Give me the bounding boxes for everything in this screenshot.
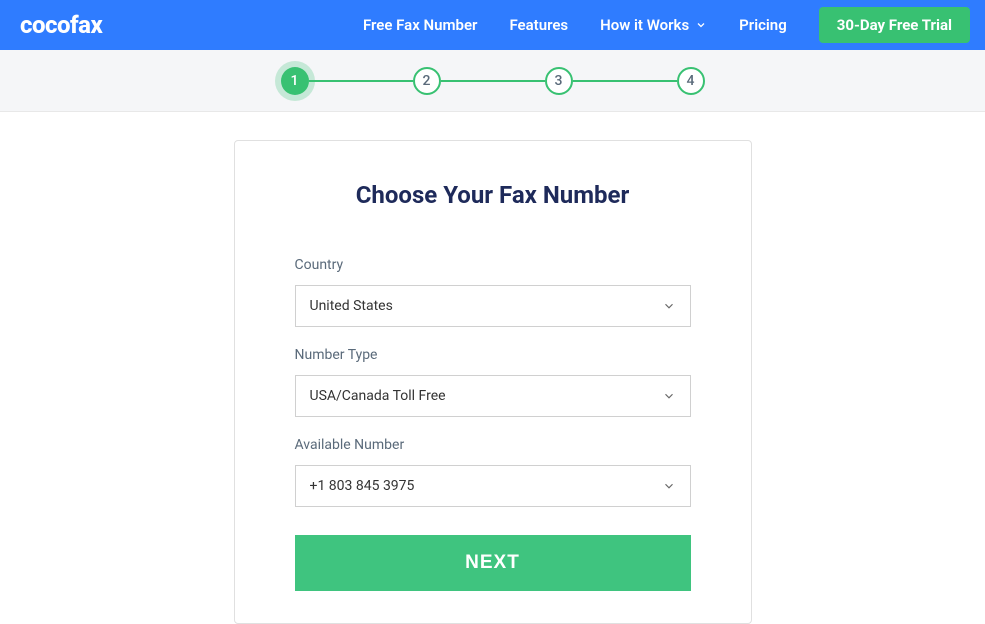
step-2[interactable]: 2 — [413, 67, 441, 95]
country-field: Country United States — [295, 257, 691, 327]
step-line — [441, 80, 545, 82]
page-title: Choose Your Fax Number — [295, 181, 691, 209]
chevron-down-icon — [662, 389, 676, 403]
available-number-value: +1 803 845 3975 — [310, 478, 662, 494]
step-3[interactable]: 3 — [545, 67, 573, 95]
number-type-select[interactable]: USA/Canada Toll Free — [295, 375, 691, 417]
free-trial-button[interactable]: 30-Day Free Trial — [819, 7, 970, 43]
nav-how-it-works-label: How it Works — [600, 16, 689, 34]
next-button[interactable]: NEXT — [295, 535, 691, 591]
nav-free-fax-number[interactable]: Free Fax Number — [363, 16, 477, 34]
content: Choose Your Fax Number Country United St… — [0, 112, 985, 624]
step-1[interactable]: 1 — [281, 67, 309, 95]
available-number-select[interactable]: +1 803 845 3975 — [295, 465, 691, 507]
step-line — [573, 80, 677, 82]
number-type-label: Number Type — [295, 347, 691, 363]
country-select[interactable]: United States — [295, 285, 691, 327]
stepper-bar: 1 2 3 4 — [0, 50, 985, 112]
country-value: United States — [310, 298, 662, 314]
nav-links: Free Fax Number Features How it Works Pr… — [363, 7, 970, 43]
logo[interactable]: cocofax — [20, 11, 102, 39]
form-card: Choose Your Fax Number Country United St… — [234, 140, 752, 624]
chevron-down-icon — [662, 479, 676, 493]
step-4[interactable]: 4 — [677, 67, 705, 95]
available-number-label: Available Number — [295, 437, 691, 453]
number-type-value: USA/Canada Toll Free — [310, 388, 662, 404]
step-line — [309, 80, 413, 82]
nav-how-it-works[interactable]: How it Works — [600, 16, 707, 34]
nav-pricing[interactable]: Pricing — [739, 16, 787, 34]
chevron-down-icon — [695, 19, 707, 31]
top-nav: cocofax Free Fax Number Features How it … — [0, 0, 985, 50]
available-number-field: Available Number +1 803 845 3975 — [295, 437, 691, 507]
number-type-field: Number Type USA/Canada Toll Free — [295, 347, 691, 417]
country-label: Country — [295, 257, 691, 273]
stepper: 1 2 3 4 — [281, 67, 705, 95]
chevron-down-icon — [662, 299, 676, 313]
nav-features[interactable]: Features — [509, 16, 568, 34]
